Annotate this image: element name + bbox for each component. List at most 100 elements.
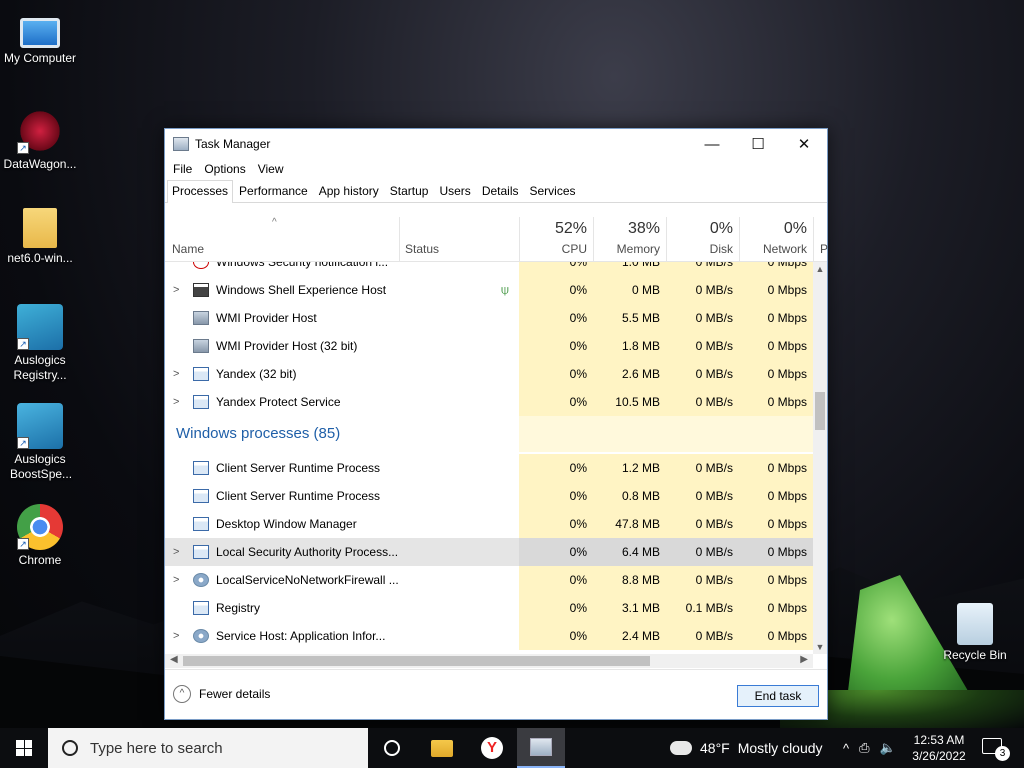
tab-app-history[interactable]: App history bbox=[314, 180, 384, 202]
network-cell: 0 Mbps bbox=[739, 360, 813, 388]
action-center-button[interactable]: 3 bbox=[982, 738, 1010, 761]
name-cell: Client Server Runtime Process bbox=[165, 454, 399, 482]
expand-chevron-icon[interactable]: > bbox=[173, 276, 179, 304]
yandex-icon: Y bbox=[481, 737, 503, 759]
cpu-cell: 0% bbox=[519, 510, 593, 538]
network-cell: 0 Mbps bbox=[739, 538, 813, 566]
fewer-details-label: Fewer details bbox=[199, 687, 271, 701]
table-row[interactable]: > LocalServiceNoNetworkFirewall ... 0% 8… bbox=[165, 566, 813, 594]
system-tray: ^ ⎙ 🔈 bbox=[838, 728, 901, 768]
cortana-button[interactable] bbox=[368, 728, 416, 768]
scroll-up-arrow-icon[interactable]: ▲ bbox=[813, 264, 827, 274]
cpu-cell: 0% bbox=[519, 454, 593, 482]
desktop-icon-label: Recycle Bin bbox=[943, 648, 1007, 662]
title-bar[interactable]: Task Manager — ☐ ✕ bbox=[165, 129, 827, 159]
memory-cell: 8.8 MB bbox=[593, 566, 666, 594]
name-cell: Registry bbox=[165, 594, 399, 622]
column-header-memory[interactable]: 38% Memory bbox=[593, 217, 666, 261]
tab-processes[interactable]: Processes bbox=[167, 180, 234, 203]
horizontal-scroll-thumb[interactable] bbox=[183, 656, 650, 666]
fewer-details-toggle[interactable]: ^ Fewer details bbox=[173, 685, 270, 703]
expand-chevron-icon[interactable]: > bbox=[173, 622, 179, 650]
yandex-browser-button[interactable]: Y bbox=[468, 728, 516, 768]
desktop-icon-recycle-bin[interactable]: Recycle Bin bbox=[935, 603, 1015, 663]
tab-startup[interactable]: Startup bbox=[385, 180, 434, 202]
expand-chevron-icon[interactable]: > bbox=[173, 566, 179, 594]
network-cell: 0 Mbps bbox=[739, 566, 813, 594]
cpu-cell: 0% bbox=[519, 482, 593, 510]
column-header-cpu[interactable]: 52% CPU bbox=[519, 217, 593, 261]
minimize-button[interactable]: — bbox=[689, 129, 735, 159]
search-box[interactable]: Type here to search bbox=[48, 728, 368, 768]
table-row[interactable]: > Service Host: Application Infor... 0% … bbox=[165, 622, 813, 650]
tab-users[interactable]: Users bbox=[434, 180, 475, 202]
desktop-icon-chrome[interactable]: ↗ Chrome bbox=[0, 504, 80, 568]
column-header-power[interactable]: P bbox=[813, 217, 828, 261]
shortcut-arrow-icon: ↗ bbox=[17, 338, 29, 350]
menu-view[interactable]: View bbox=[252, 162, 290, 176]
service-gear-icon bbox=[193, 573, 209, 587]
tab-services[interactable]: Services bbox=[525, 180, 581, 202]
status-cell bbox=[399, 594, 519, 622]
table-row[interactable]: WMI Provider Host 0% 5.5 MB 0 MB/s 0 Mbp… bbox=[165, 304, 813, 332]
maximize-button[interactable]: ☐ bbox=[735, 129, 781, 159]
tab-details[interactable]: Details bbox=[477, 180, 524, 202]
table-row[interactable]: Desktop Window Manager 0% 47.8 MB 0 MB/s… bbox=[165, 510, 813, 538]
table-row[interactable]: Registry 0% 3.1 MB 0.1 MB/s 0 Mbps bbox=[165, 594, 813, 622]
desktop-icon-net6-folder[interactable]: net6.0-win... bbox=[0, 208, 80, 266]
column-label: Disk bbox=[709, 242, 733, 256]
desktop-icon-auslogics-registry[interactable]: ↗ Auslogics Registry... bbox=[0, 304, 80, 383]
disk-cell: 0 MB/s bbox=[666, 622, 739, 650]
table-row[interactable]: WMI Provider Host (32 bit) 0% 1.8 MB 0 M… bbox=[165, 332, 813, 360]
column-header-status[interactable]: Status bbox=[399, 217, 519, 261]
table-row[interactable]: > Windows Shell Experience Host ⍦ 0% 0 M… bbox=[165, 276, 813, 304]
horizontal-scrollbar[interactable]: ◀ ▶ bbox=[165, 654, 813, 668]
table-row[interactable]: > Yandex (32 bit) 0% 2.6 MB 0 MB/s 0 Mbp… bbox=[165, 360, 813, 388]
desktop-icon-auslogics-boostspeed[interactable]: ↗ Auslogics BoostSpe... bbox=[0, 403, 80, 482]
group-header-windows-processes[interactable]: Windows processes (85) bbox=[165, 416, 813, 452]
desktop-icon-label: Auslogics Registry... bbox=[13, 353, 67, 382]
show-hidden-icons-chevron-icon[interactable]: ^ bbox=[843, 741, 849, 756]
table-row[interactable]: Client Server Runtime Process 0% 0.8 MB … bbox=[165, 482, 813, 510]
column-header-disk[interactable]: 0% Disk bbox=[666, 217, 739, 261]
table-row[interactable]: > Yandex Protect Service 0% 10.5 MB 0 MB… bbox=[165, 388, 813, 416]
column-header-name[interactable]: ^ Name bbox=[165, 217, 399, 261]
expand-chevron-icon[interactable]: > bbox=[173, 360, 179, 388]
windows-logo-icon bbox=[16, 740, 32, 756]
task-manager-taskbar-button[interactable] bbox=[517, 728, 565, 768]
weather-widget[interactable]: 48°F Mostly cloudy bbox=[667, 728, 823, 768]
table-row[interactable]: Client Server Runtime Process 0% 1.2 MB … bbox=[165, 454, 813, 482]
scroll-left-arrow-icon[interactable]: ◀ bbox=[170, 654, 178, 665]
disk-cell: 0 MB/s bbox=[666, 388, 739, 416]
network-cell: 0 Mbps bbox=[739, 276, 813, 304]
desktop-icon-my-computer[interactable]: My Computer bbox=[0, 10, 80, 66]
clock[interactable]: 12:53 AM 3/26/2022 bbox=[905, 732, 973, 764]
expand-chevron-icon[interactable]: > bbox=[173, 538, 179, 566]
volume-icon[interactable]: 🔈 bbox=[880, 740, 896, 756]
tab-performance[interactable]: Performance bbox=[234, 180, 313, 202]
memory-cell: 5.5 MB bbox=[593, 304, 666, 332]
computer-icon bbox=[20, 18, 60, 48]
scroll-down-arrow-icon[interactable]: ▼ bbox=[813, 642, 827, 652]
process-name: Desktop Window Manager bbox=[216, 517, 357, 531]
menu-options[interactable]: Options bbox=[198, 162, 251, 176]
table-row-selected[interactable]: > Local Security Authority Process... 0%… bbox=[165, 538, 813, 566]
vertical-scroll-thumb[interactable] bbox=[815, 392, 825, 430]
chevron-up-icon: ^ bbox=[173, 685, 191, 703]
end-task-button[interactable]: End task bbox=[737, 685, 819, 707]
column-header-network[interactable]: 0% Network bbox=[739, 217, 813, 261]
start-button[interactable] bbox=[0, 728, 48, 768]
vertical-scrollbar[interactable]: ▲ ▼ bbox=[813, 262, 827, 654]
menu-file[interactable]: File bbox=[167, 162, 198, 176]
network-cell: 0 Mbps bbox=[739, 332, 813, 360]
table-row[interactable]: Windows Security notification i... 0% 1.… bbox=[165, 262, 813, 276]
network-icon[interactable]: ⎙ bbox=[859, 740, 869, 756]
memory-cell: 1.8 MB bbox=[593, 332, 666, 360]
expand-chevron-icon[interactable]: > bbox=[173, 388, 179, 416]
scroll-right-arrow-icon[interactable]: ▶ bbox=[800, 654, 808, 665]
weather-condition: Mostly cloudy bbox=[737, 740, 823, 756]
desktop-icon-datawagon[interactable]: ↗ DataWagon... bbox=[0, 108, 80, 172]
disk-cell: 0 MB/s bbox=[666, 566, 739, 594]
close-button[interactable]: ✕ bbox=[781, 129, 827, 159]
file-explorer-button[interactable] bbox=[418, 728, 466, 768]
